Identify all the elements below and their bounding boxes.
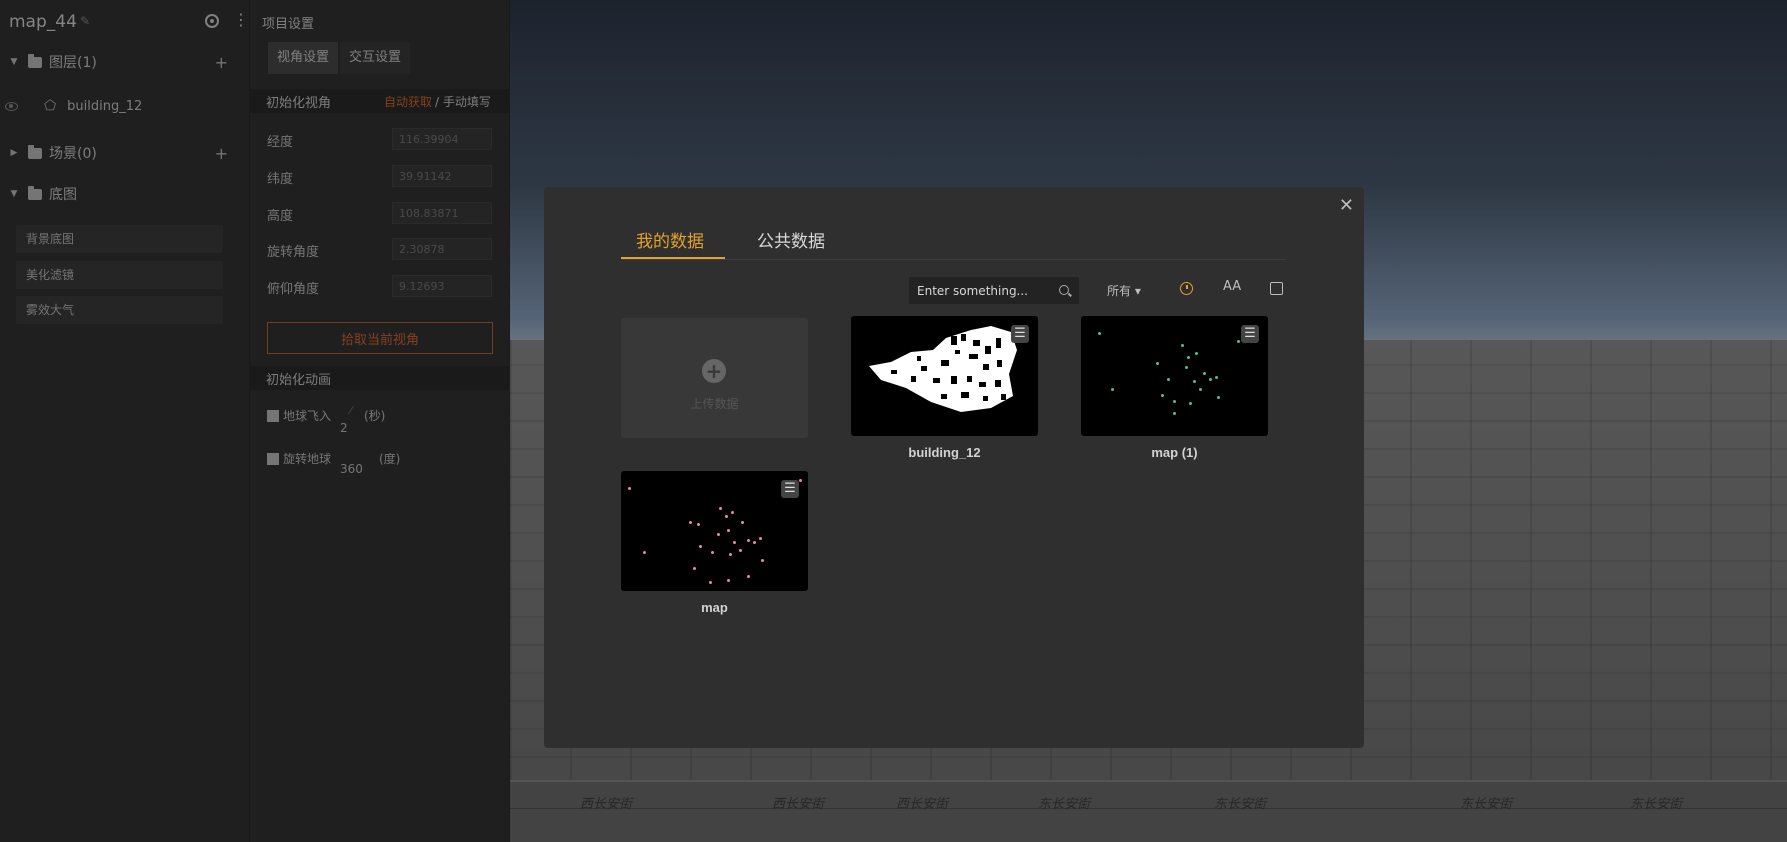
data-card-map-1[interactable]: ☰ map (1) xyxy=(1081,316,1268,460)
search-icon[interactable] xyxy=(1059,285,1069,295)
close-icon[interactable]: ✕ xyxy=(1339,195,1354,216)
upload-data-card[interactable]: + 上传数据 xyxy=(621,318,808,438)
tab-my-data[interactable]: 我的数据 xyxy=(636,227,704,252)
tab-divider xyxy=(621,259,1286,260)
save-icon[interactable] xyxy=(1270,282,1283,295)
building-footprints xyxy=(869,326,1017,412)
plus-icon: + xyxy=(702,359,726,383)
card-menu-icon[interactable]: ☰ xyxy=(781,480,799,498)
card-menu-icon[interactable]: ☰ xyxy=(1011,325,1029,343)
active-tab-indicator xyxy=(621,257,725,259)
search-input[interactable] xyxy=(909,277,1054,304)
data-card-map[interactable]: ☰ map xyxy=(621,471,808,615)
data-picker-modal: ✕ 我的数据 公共数据 所有 ▾ AA + 上传数据 xyxy=(544,187,1364,748)
card-name: map (1) xyxy=(1151,445,1198,460)
filter-select[interactable]: 所有 ▾ xyxy=(1107,282,1141,299)
card-menu-icon[interactable]: ☰ xyxy=(1241,325,1259,343)
name-sort-icon[interactable]: AA xyxy=(1223,279,1241,294)
card-name: map xyxy=(701,600,728,615)
map-thumbnail: ☰ xyxy=(621,471,808,591)
map1-thumbnail: ☰ xyxy=(1081,316,1268,436)
building-thumbnail: ☰ xyxy=(851,316,1038,436)
tab-public-data[interactable]: 公共数据 xyxy=(757,227,825,252)
data-card-building[interactable]: ☰ building_12 xyxy=(851,316,1038,460)
clock-sort-icon[interactable] xyxy=(1180,282,1193,295)
search-box xyxy=(909,277,1079,304)
upload-label: 上传数据 xyxy=(690,397,739,411)
card-name: building_12 xyxy=(908,445,981,460)
